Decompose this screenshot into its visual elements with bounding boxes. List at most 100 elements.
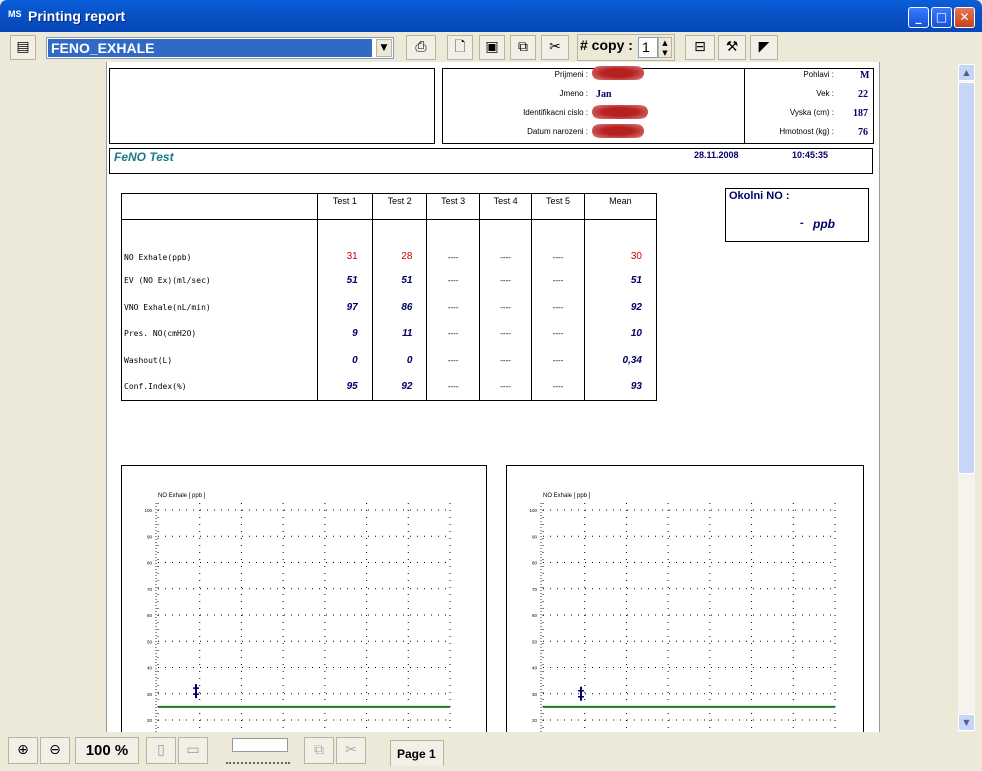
y-tick-label: 40 — [532, 666, 538, 671]
no-exhale-chart: NO Exhale [ ppb ] 100 90 80 70 60 50 40 30 20 — [529, 493, 836, 733]
table-cell: 0 — [371, 347, 427, 374]
table-cell: ---- — [531, 219, 585, 268]
chart-ylabel: NO Exhale [ ppb ] — [158, 493, 206, 499]
y-tick-label: 60 — [147, 613, 153, 618]
close-button[interactable]: ✕ — [954, 7, 975, 28]
test-time: 10:45:35 — [792, 150, 829, 160]
y-tick-label: 80 — [147, 561, 153, 566]
cut-disabled-icon[interactable]: ✂ — [336, 737, 366, 764]
table-cell: ---- — [531, 373, 585, 400]
page-label: Page — [397, 747, 426, 761]
table-row: Washout(L) 0 0 ---- ---- ---- 0,34 — [122, 347, 657, 374]
print-icon[interactable]: ⎙ — [406, 35, 436, 60]
table-cell: ---- — [478, 347, 532, 374]
table-cell: ---- — [426, 373, 480, 400]
table-cell: ---- — [426, 320, 480, 347]
table-row: EV (NO Ex)(ml/sec) 51 51 ---- ---- ---- 51 — [122, 267, 657, 294]
table-cell: ---- — [531, 267, 585, 294]
single-page-icon[interactable]: ▯ — [146, 737, 176, 764]
y-tick-label: 20 — [532, 718, 538, 723]
table-cell: ---- — [478, 219, 532, 268]
age-label: Vek : — [816, 89, 834, 98]
table-cell: ---- — [426, 219, 480, 268]
scroll-up-icon[interactable]: ▲ — [958, 64, 975, 81]
table-cell: 86 — [371, 294, 427, 321]
zoom-slider-track[interactable] — [232, 738, 288, 752]
table-cell: ---- — [478, 373, 532, 400]
table-cell: 92 — [583, 294, 657, 321]
zoom-out-icon[interactable]: ⊖ — [40, 737, 70, 764]
logo-box — [109, 68, 435, 144]
cut-icon[interactable]: ✂ — [541, 35, 569, 60]
table-cell: ---- — [426, 294, 480, 321]
y-tick-label: 30 — [147, 692, 153, 697]
y-tick-label: 70 — [147, 587, 153, 592]
minimize-button[interactable]: _ — [908, 7, 929, 28]
y-tick-label: 70 — [532, 587, 538, 592]
table-cell: 95 — [317, 373, 373, 400]
table-cell: 28 — [371, 219, 427, 268]
table-cell: ---- — [426, 347, 480, 374]
table-header: Mean — [583, 193, 657, 220]
copy-label: # copy : — [580, 37, 633, 53]
patient-divider — [744, 68, 745, 144]
corner-icon[interactable]: ◤ — [750, 35, 778, 60]
dob-label: Datum narozeni : — [527, 127, 588, 136]
report-icon[interactable]: ▤ — [10, 35, 36, 60]
table-row: NO Exhale(ppb) 31 28 ---- ---- ---- 30 — [122, 219, 657, 268]
copy-stepper[interactable]: ▲ ▼ — [658, 37, 672, 58]
tools-icon[interactable]: ⚒ — [718, 35, 746, 60]
table-cell: ---- — [478, 267, 532, 294]
table-row: VNO Exhale(nL/min) 97 86 ---- ---- ---- 92 — [122, 294, 657, 321]
printer-setup-icon[interactable]: ⊟ — [685, 35, 715, 60]
new-page-icon[interactable]: 🗋 — [447, 35, 473, 60]
ambient-no-value: - — [800, 217, 804, 229]
scroll-down-icon[interactable]: ▼ — [958, 714, 975, 731]
export-disabled-icon[interactable]: ⧉ — [304, 737, 334, 764]
title-bar[interactable] — [0, 0, 982, 32]
y-tick-label: 60 — [532, 613, 538, 618]
name-label: Jmeno : — [559, 89, 588, 98]
height-value: 187 — [853, 108, 868, 119]
y-tick-label: 40 — [147, 666, 153, 671]
zoom-level[interactable]: 100 % — [75, 737, 139, 764]
app-icon: MS — [8, 9, 22, 19]
table-header: Test 1 — [317, 193, 373, 220]
weight-value: 76 — [858, 127, 868, 138]
test-name: FeNO Test — [114, 150, 174, 164]
chevron-down-icon[interactable]: ▼ — [376, 39, 392, 57]
ambient-no-unit: ppb — [813, 217, 835, 231]
id-redacted — [592, 105, 648, 119]
scroll-thumb[interactable] — [958, 82, 975, 474]
table-cell: 51 — [583, 267, 657, 294]
table-cell: 93 — [583, 373, 657, 400]
row-label: Pres. NO(cmH2O) — [124, 329, 197, 339]
chart-ylabel: NO Exhale [ ppb ] — [543, 493, 591, 499]
no-exhale-chart: NO Exhale [ ppb ] 100 90 80 70 60 50 40 30 20 — [144, 493, 451, 733]
save-icon[interactable]: ▣ — [479, 35, 505, 60]
report-select-value[interactable]: FENO_EXHALE — [48, 39, 372, 57]
table-cell: ---- — [478, 294, 532, 321]
table-row: Pres. NO(cmH2O) 9 11 ---- ---- ---- 10 — [122, 320, 657, 347]
zoom-in-icon[interactable]: ⊕ — [8, 737, 38, 764]
age-value: 22 — [858, 89, 868, 100]
export-icon[interactable]: ⧉ — [510, 35, 536, 60]
table-cell: ---- — [531, 294, 585, 321]
chart-box: NO Exhale [ ppb ] 100 90 80 70 60 50 40 30 20 — [506, 465, 864, 745]
table-cell: ---- — [478, 320, 532, 347]
copy-count-input[interactable]: 1 — [638, 37, 658, 58]
table-cell: 11 — [371, 320, 427, 347]
table-cell: ---- — [426, 267, 480, 294]
window-title: Printing report — [28, 8, 126, 24]
two-page-icon[interactable]: ▭ — [178, 737, 208, 764]
table-header: Test 5 — [531, 193, 585, 220]
row-label: NO Exhale(ppb) — [124, 252, 192, 262]
table-cell: 51 — [317, 267, 373, 294]
results-table: Test 1 Test 2 Test 3 Test 4 Test 5 Mean … — [121, 193, 657, 401]
y-tick-label: 20 — [147, 718, 153, 723]
tab-page-1[interactable]: Page 1 — [390, 740, 444, 766]
maximize-button[interactable]: □ — [931, 7, 952, 28]
y-tick-label: 50 — [147, 639, 153, 644]
table-cell: 92 — [371, 373, 427, 400]
table-cell: 0 — [317, 347, 373, 374]
